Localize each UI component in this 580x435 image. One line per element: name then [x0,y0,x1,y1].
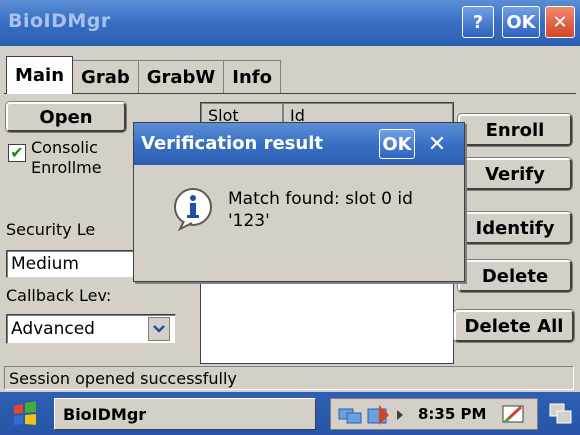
clock[interactable]: 8:35 PM [418,405,486,423]
window-title: BioIDMgr [8,10,111,32]
status-bar: Session opened successfully [4,366,574,390]
delete-button[interactable]: Delete [457,259,573,293]
chevron-down-icon [153,325,165,333]
tab-grab[interactable]: Grab [72,60,139,94]
close-icon: ✕ [552,11,568,33]
taskbar-app-label: BioIDMgr [63,404,147,424]
dialog-message-line1: Match found: slot 0 id [228,189,413,209]
enroll-button[interactable]: Enroll [457,113,573,147]
open-button[interactable]: Open [5,101,127,133]
sync-icon[interactable] [365,403,391,427]
taskbar-app-button[interactable]: BioIDMgr [54,398,316,430]
identify-button[interactable]: Identify [457,211,573,245]
input-panel-icon[interactable] [501,404,527,426]
security-level-value: Medium [11,254,79,274]
info-icon [174,188,212,231]
checkmark-icon: ✔ [10,143,24,162]
verification-dialog: Verification result OK ✕ Match found: sl… [133,122,465,282]
dialog-title: Verification result [141,133,323,154]
dialog-title-bar: Verification result OK ✕ [134,123,464,165]
dialog-message: Match found: slot 0 id '123' [228,188,458,232]
windows-start-icon[interactable] [10,400,40,428]
dialog-ok-button[interactable]: OK [379,129,415,159]
tab-info[interactable]: Info [223,60,281,94]
callback-level-label: Callback Lev: [6,286,112,305]
network-icon[interactable] [337,405,363,425]
dialog-message-line2: '123' [228,211,270,231]
security-level-label: Security Le [6,220,96,239]
consolidated-label-line2: Enrollme [31,158,102,177]
callback-dropdown-button[interactable] [148,317,170,341]
tray-expand-icon[interactable] [395,409,405,421]
consolidated-label-line1: Consolic [31,138,98,157]
title-bar: BioIDMgr ? OK ✕ [0,0,580,46]
verify-button[interactable]: Verify [457,157,573,191]
help-button[interactable]: ? [462,6,494,38]
ok-button[interactable]: OK [502,6,540,38]
taskbar: BioIDMgr 8:35 PM [0,392,580,435]
status-text: Session opened successfully [9,368,237,388]
switch-window-icon[interactable] [548,402,574,426]
dialog-close-button[interactable]: ✕ [420,129,454,159]
tab-strip: Main Grab GrabW Info [6,56,281,94]
tab-grabw[interactable]: GrabW [137,60,225,94]
tab-main[interactable]: Main [6,56,74,94]
consolidated-enrollment-checkbox[interactable]: ✔ [8,144,26,162]
callback-level-value: Advanced [11,319,95,339]
close-button[interactable]: ✕ [545,6,575,38]
close-icon: ✕ [427,131,447,157]
delete-all-button[interactable]: Delete All [453,309,575,343]
system-tray: 8:35 PM [330,398,538,430]
